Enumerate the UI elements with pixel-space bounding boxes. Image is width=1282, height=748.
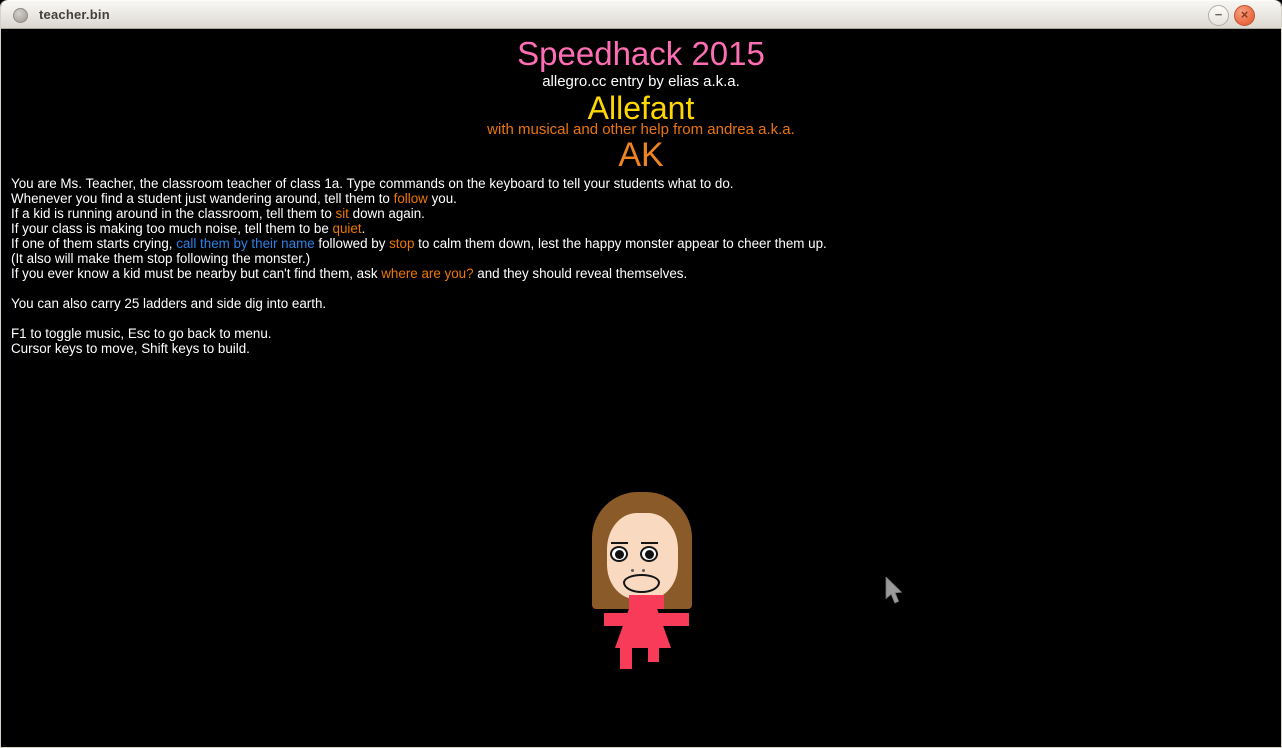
- helper-name: AK: [1, 136, 1281, 175]
- instruction-segment: quiet: [333, 221, 362, 236]
- instruction-segment: If your class is making too much noise, …: [11, 221, 333, 236]
- instruction-segment: (It also will make them stop following t…: [11, 251, 310, 266]
- sprite-pupil-right: [645, 550, 654, 559]
- instruction-line: [11, 281, 827, 296]
- instruction-line: If one of them starts crying, call them …: [11, 236, 827, 251]
- instruction-segment: to calm them down, lest the happy monste…: [414, 236, 826, 251]
- teacher-character-sprite: [587, 491, 695, 669]
- instruction-segment: sit: [336, 206, 349, 221]
- instruction-line: If a kid is running around in the classr…: [11, 206, 827, 221]
- sprite-nostril-left: [631, 569, 634, 572]
- instruction-segment: F1 to toggle music, Esc to go back to me…: [11, 326, 272, 341]
- sprite-eye-left: [610, 546, 628, 562]
- instruction-segment: follow: [394, 191, 428, 206]
- instruction-line: (It also will make them stop following t…: [11, 251, 827, 266]
- mouse-cursor-icon: [885, 577, 903, 605]
- close-icon: ×: [1241, 8, 1249, 21]
- minimize-button[interactable]: −: [1208, 5, 1229, 26]
- instruction-segment: If you ever know a kid must be nearby bu…: [11, 266, 381, 281]
- instruction-line: Cursor keys to move, Shift keys to build…: [11, 341, 827, 356]
- close-button[interactable]: ×: [1234, 5, 1255, 26]
- sprite-eyebrow-right: [641, 542, 658, 544]
- window-title: teacher.bin: [39, 7, 110, 22]
- window-titlebar[interactable]: teacher.bin − ×: [1, 0, 1281, 29]
- instruction-line: If you ever know a kid must be nearby bu…: [11, 266, 827, 281]
- instruction-segment: You can also carry 25 ladders and side d…: [11, 296, 326, 311]
- sprite-pupil-left: [615, 550, 624, 559]
- instruction-line: You are Ms. Teacher, the classroom teach…: [11, 176, 827, 191]
- instruction-segment: You are Ms. Teacher, the classroom teach…: [11, 176, 734, 191]
- sprite-leg-right: [648, 647, 659, 662]
- instruction-segment: If a kid is running around in the classr…: [11, 206, 336, 221]
- sprite-leg-left: [620, 647, 632, 669]
- instruction-segment: .: [362, 221, 366, 236]
- instructions: You are Ms. Teacher, the classroom teach…: [11, 176, 827, 356]
- instruction-line: F1 to toggle music, Esc to go back to me…: [11, 326, 827, 341]
- instruction-segment: If one of them starts crying,: [11, 236, 176, 251]
- instruction-segment: call them by their name: [176, 236, 314, 251]
- sprite-collar: [629, 595, 664, 609]
- entry-line: allegro.cc entry by elias a.k.a.: [1, 73, 1281, 90]
- instruction-segment: you.: [428, 191, 457, 206]
- instruction-segment: Cursor keys to move, Shift keys to build…: [11, 341, 250, 356]
- instruction-segment: where are you?: [381, 266, 473, 281]
- window-controls: − ×: [1208, 5, 1255, 26]
- instruction-segment: down again.: [349, 206, 425, 221]
- instruction-segment: followed by: [315, 236, 389, 251]
- event-title: Speedhack 2015: [1, 35, 1281, 73]
- sprite-nostril-right: [642, 569, 645, 572]
- instruction-segment: and they should reveal themselves.: [474, 266, 688, 281]
- app-window: teacher.bin − × Speedhack 2015 allegro.c…: [0, 0, 1282, 748]
- game-screen: Speedhack 2015 allegro.cc entry by elias…: [1, 29, 1281, 747]
- instruction-segment: stop: [389, 236, 414, 251]
- instruction-line: Whenever you find a student just wanderi…: [11, 191, 827, 206]
- minimize-icon: −: [1215, 8, 1223, 21]
- instruction-line: [11, 311, 827, 326]
- instruction-segment: Whenever you find a student just wanderi…: [11, 191, 394, 206]
- app-icon: [13, 8, 28, 23]
- sprite-eyebrow-left: [611, 542, 628, 544]
- instruction-line: If your class is making too much noise, …: [11, 221, 827, 236]
- sprite-eye-right: [640, 546, 658, 562]
- instruction-line: You can also carry 25 ladders and side d…: [11, 296, 827, 311]
